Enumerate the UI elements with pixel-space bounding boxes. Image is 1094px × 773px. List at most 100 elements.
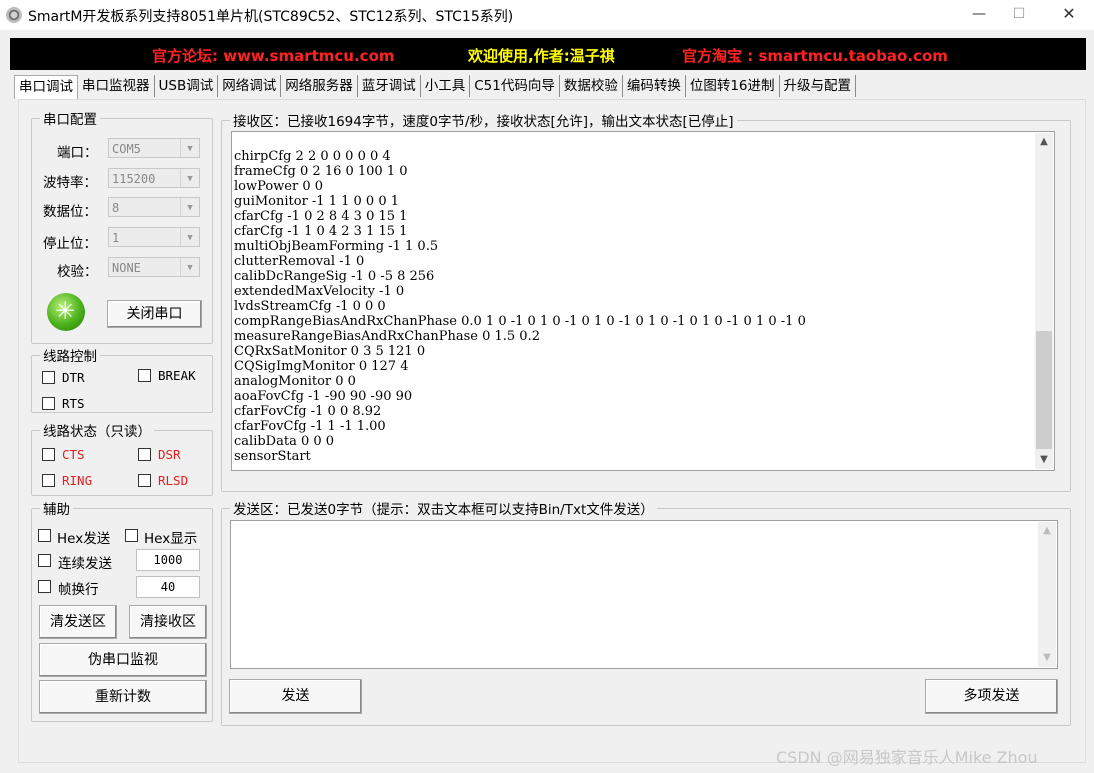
receive-line: cfarFovCfg -1 1 -1 1.00: [234, 419, 386, 434]
clear-send-button[interactable]: 清发送区: [39, 605, 117, 639]
scroll-down-icon[interactable]: ▼: [1035, 451, 1053, 469]
stopbits-select[interactable]: 1 ▼: [108, 227, 200, 247]
tab-serial-monitor[interactable]: 串口监视器: [78, 75, 155, 97]
stopbits-value: 1: [112, 231, 120, 245]
continuous-interval-input[interactable]: 1000: [136, 549, 200, 571]
maximize-button[interactable]: ☐: [996, 0, 1042, 30]
send-button[interactable]: 发送: [229, 679, 362, 714]
receive-line: cfarCfg -1 1 0 4 2 3 1 15 1: [234, 224, 408, 239]
tab-bitmap-to-hex[interactable]: 位图转16进制: [686, 75, 780, 97]
databits-label: 数据位：: [43, 204, 97, 220]
tab-serial-debug[interactable]: 串口调试: [14, 75, 78, 99]
cts-label: CTS: [62, 447, 85, 462]
tab-encoding-convert[interactable]: 编码转换: [623, 75, 686, 97]
stopbits-label: 停止位：: [43, 236, 97, 252]
scroll-up-icon[interactable]: ▲: [1038, 522, 1056, 540]
hex-send-label: Hex发送: [57, 531, 111, 547]
receive-line: analogMonitor 0 0: [234, 374, 356, 389]
port-status-led-icon: [47, 293, 85, 331]
banner-forum-link[interactable]: 官方论坛: www.smartmcu.com: [152, 45, 395, 66]
continuous-send-label: 连续发送: [58, 556, 112, 572]
receive-scroll-thumb[interactable]: [1036, 331, 1052, 449]
ring-checkbox: [42, 474, 55, 487]
tab-network-server[interactable]: 网络服务器: [281, 75, 358, 97]
chevron-down-icon: ▼: [180, 258, 199, 276]
title-bar: SmartM开发板系列支持8051单片机(STC89C52、STC12系列、ST…: [0, 0, 1094, 30]
chevron-down-icon: ▼: [180, 198, 199, 216]
close-button[interactable]: ✕: [1046, 0, 1092, 30]
hex-send-checkbox[interactable]: [38, 529, 51, 542]
tab-bar: 串口调试 串口监视器 USB调试 网络调试 网络服务器 蓝牙调试 小工具 C51…: [14, 75, 857, 99]
baud-select[interactable]: 115200 ▼: [108, 168, 200, 188]
tab-upgrade-config[interactable]: 升级与配置: [780, 75, 857, 97]
aux-legend: 辅助: [43, 502, 70, 518]
receive-line: chirpCfg 2 2 0 0 0 0 0 4: [234, 149, 391, 164]
dsr-checkbox: [138, 448, 151, 461]
continuous-send-checkbox[interactable]: [38, 554, 51, 567]
close-port-button[interactable]: 关闭串口: [107, 300, 202, 328]
tab-c51-wizard[interactable]: C51代码向导: [470, 75, 560, 97]
receive-line: cfarFovCfg -1 0 0 8.92: [234, 404, 382, 419]
send-scrollbar[interactable]: ▲ ▼: [1038, 522, 1056, 667]
receive-scrollbar[interactable]: ▲ ▼: [1035, 133, 1053, 469]
databits-select[interactable]: 8 ▼: [108, 197, 200, 217]
receive-line: frameCfg 0 2 16 0 100 1 0: [234, 164, 408, 179]
rts-checkbox[interactable]: [42, 397, 55, 410]
hex-display-label: Hex显示: [144, 531, 198, 547]
frame-newline-checkbox[interactable]: [38, 580, 51, 593]
dtr-checkbox[interactable]: [42, 371, 55, 384]
frame-newline-label: 帧换行: [58, 582, 99, 598]
send-textarea[interactable]: ▲ ▼: [230, 520, 1058, 669]
recount-button[interactable]: 重新计数: [39, 680, 207, 714]
break-checkbox[interactable]: [138, 369, 151, 382]
banner-welcome: 欢迎使用,作者:温子祺: [468, 47, 615, 65]
tab-tools[interactable]: 小工具: [421, 75, 471, 97]
pseudo-monitor-button[interactable]: 伪串口监视: [39, 643, 207, 677]
port-label: 端口：: [57, 145, 98, 161]
window-title: SmartM开发板系列支持8051单片机(STC89C52、STC12系列、ST…: [28, 9, 514, 25]
receive-line: aoaFovCfg -1 -90 90 -90 90: [234, 389, 413, 404]
serial-config-legend: 串口配置: [43, 112, 97, 128]
banner: 官方论坛: www.smartmcu.com 欢迎使用,作者:温子祺 官方淘宝 …: [10, 38, 1086, 70]
cts-checkbox: [42, 448, 55, 461]
send-legend: 发送区：已发送0字节（提示：双击文本框可以支持Bin/Txt文件发送）: [233, 502, 654, 518]
chevron-down-icon: ▼: [180, 139, 199, 157]
app-gear-icon: [6, 7, 22, 23]
scroll-up-icon[interactable]: ▲: [1035, 133, 1053, 151]
receive-line: calibData 0 0 0: [234, 434, 335, 449]
receive-line: compRangeBiasAndRxChanPhase 0.0 1 0 -1 0…: [234, 314, 806, 329]
receive-textarea[interactable]: chirpCfg 2 2 0 0 0 0 0 4 frameCfg 0 2 16 …: [231, 131, 1055, 471]
tab-usb-debug[interactable]: USB调试: [155, 75, 219, 97]
receive-line: guiMonitor -1 1 1 0 0 0 1: [234, 194, 400, 209]
baud-label: 波特率：: [43, 175, 97, 191]
clear-recv-button[interactable]: 清接收区: [129, 605, 207, 639]
databits-value: 8: [112, 201, 120, 215]
receive-line: sensorStart: [234, 449, 311, 464]
dtr-label: DTR: [62, 370, 85, 385]
hex-display-checkbox[interactable]: [125, 529, 138, 542]
rlsd-checkbox: [138, 474, 151, 487]
line-status-legend: 线路状态（只读）: [43, 424, 151, 440]
parity-value: NONE: [112, 261, 141, 275]
chevron-down-icon: ▼: [180, 228, 199, 246]
scroll-down-icon[interactable]: ▼: [1038, 649, 1056, 667]
port-value: COM5: [112, 142, 141, 156]
parity-label: 校验：: [57, 264, 98, 280]
break-label: BREAK: [158, 368, 196, 383]
parity-select[interactable]: NONE ▼: [108, 257, 200, 277]
receive-line: lvdsStreamCfg -1 0 0 0: [234, 299, 386, 314]
banner-shop-link[interactable]: 官方淘宝 : smartmcu.taobao.com: [682, 45, 948, 66]
tab-network-debug[interactable]: 网络调试: [218, 75, 282, 97]
receive-line: clutterRemoval -1 0: [234, 254, 365, 269]
receive-line: multiObjBeamForming -1 1 0.5: [234, 239, 439, 254]
dsr-label: DSR: [158, 447, 181, 462]
multi-send-button[interactable]: 多项发送: [925, 679, 1058, 714]
receive-legend: 接收区：已接收1694字节，速度0字节/秒，接收状态[允许]，输出文本状态[已停…: [233, 114, 734, 130]
chevron-down-icon: ▼: [180, 169, 199, 187]
ring-label: RING: [62, 473, 93, 488]
tab-bluetooth-debug[interactable]: 蓝牙调试: [358, 75, 421, 97]
port-select[interactable]: COM5 ▼: [108, 138, 200, 158]
frame-value-input[interactable]: 40: [136, 576, 200, 598]
watermark: CSDN @网易独家音乐人Mike Zhou: [776, 748, 1038, 767]
tab-data-checksum[interactable]: 数据校验: [560, 75, 623, 97]
